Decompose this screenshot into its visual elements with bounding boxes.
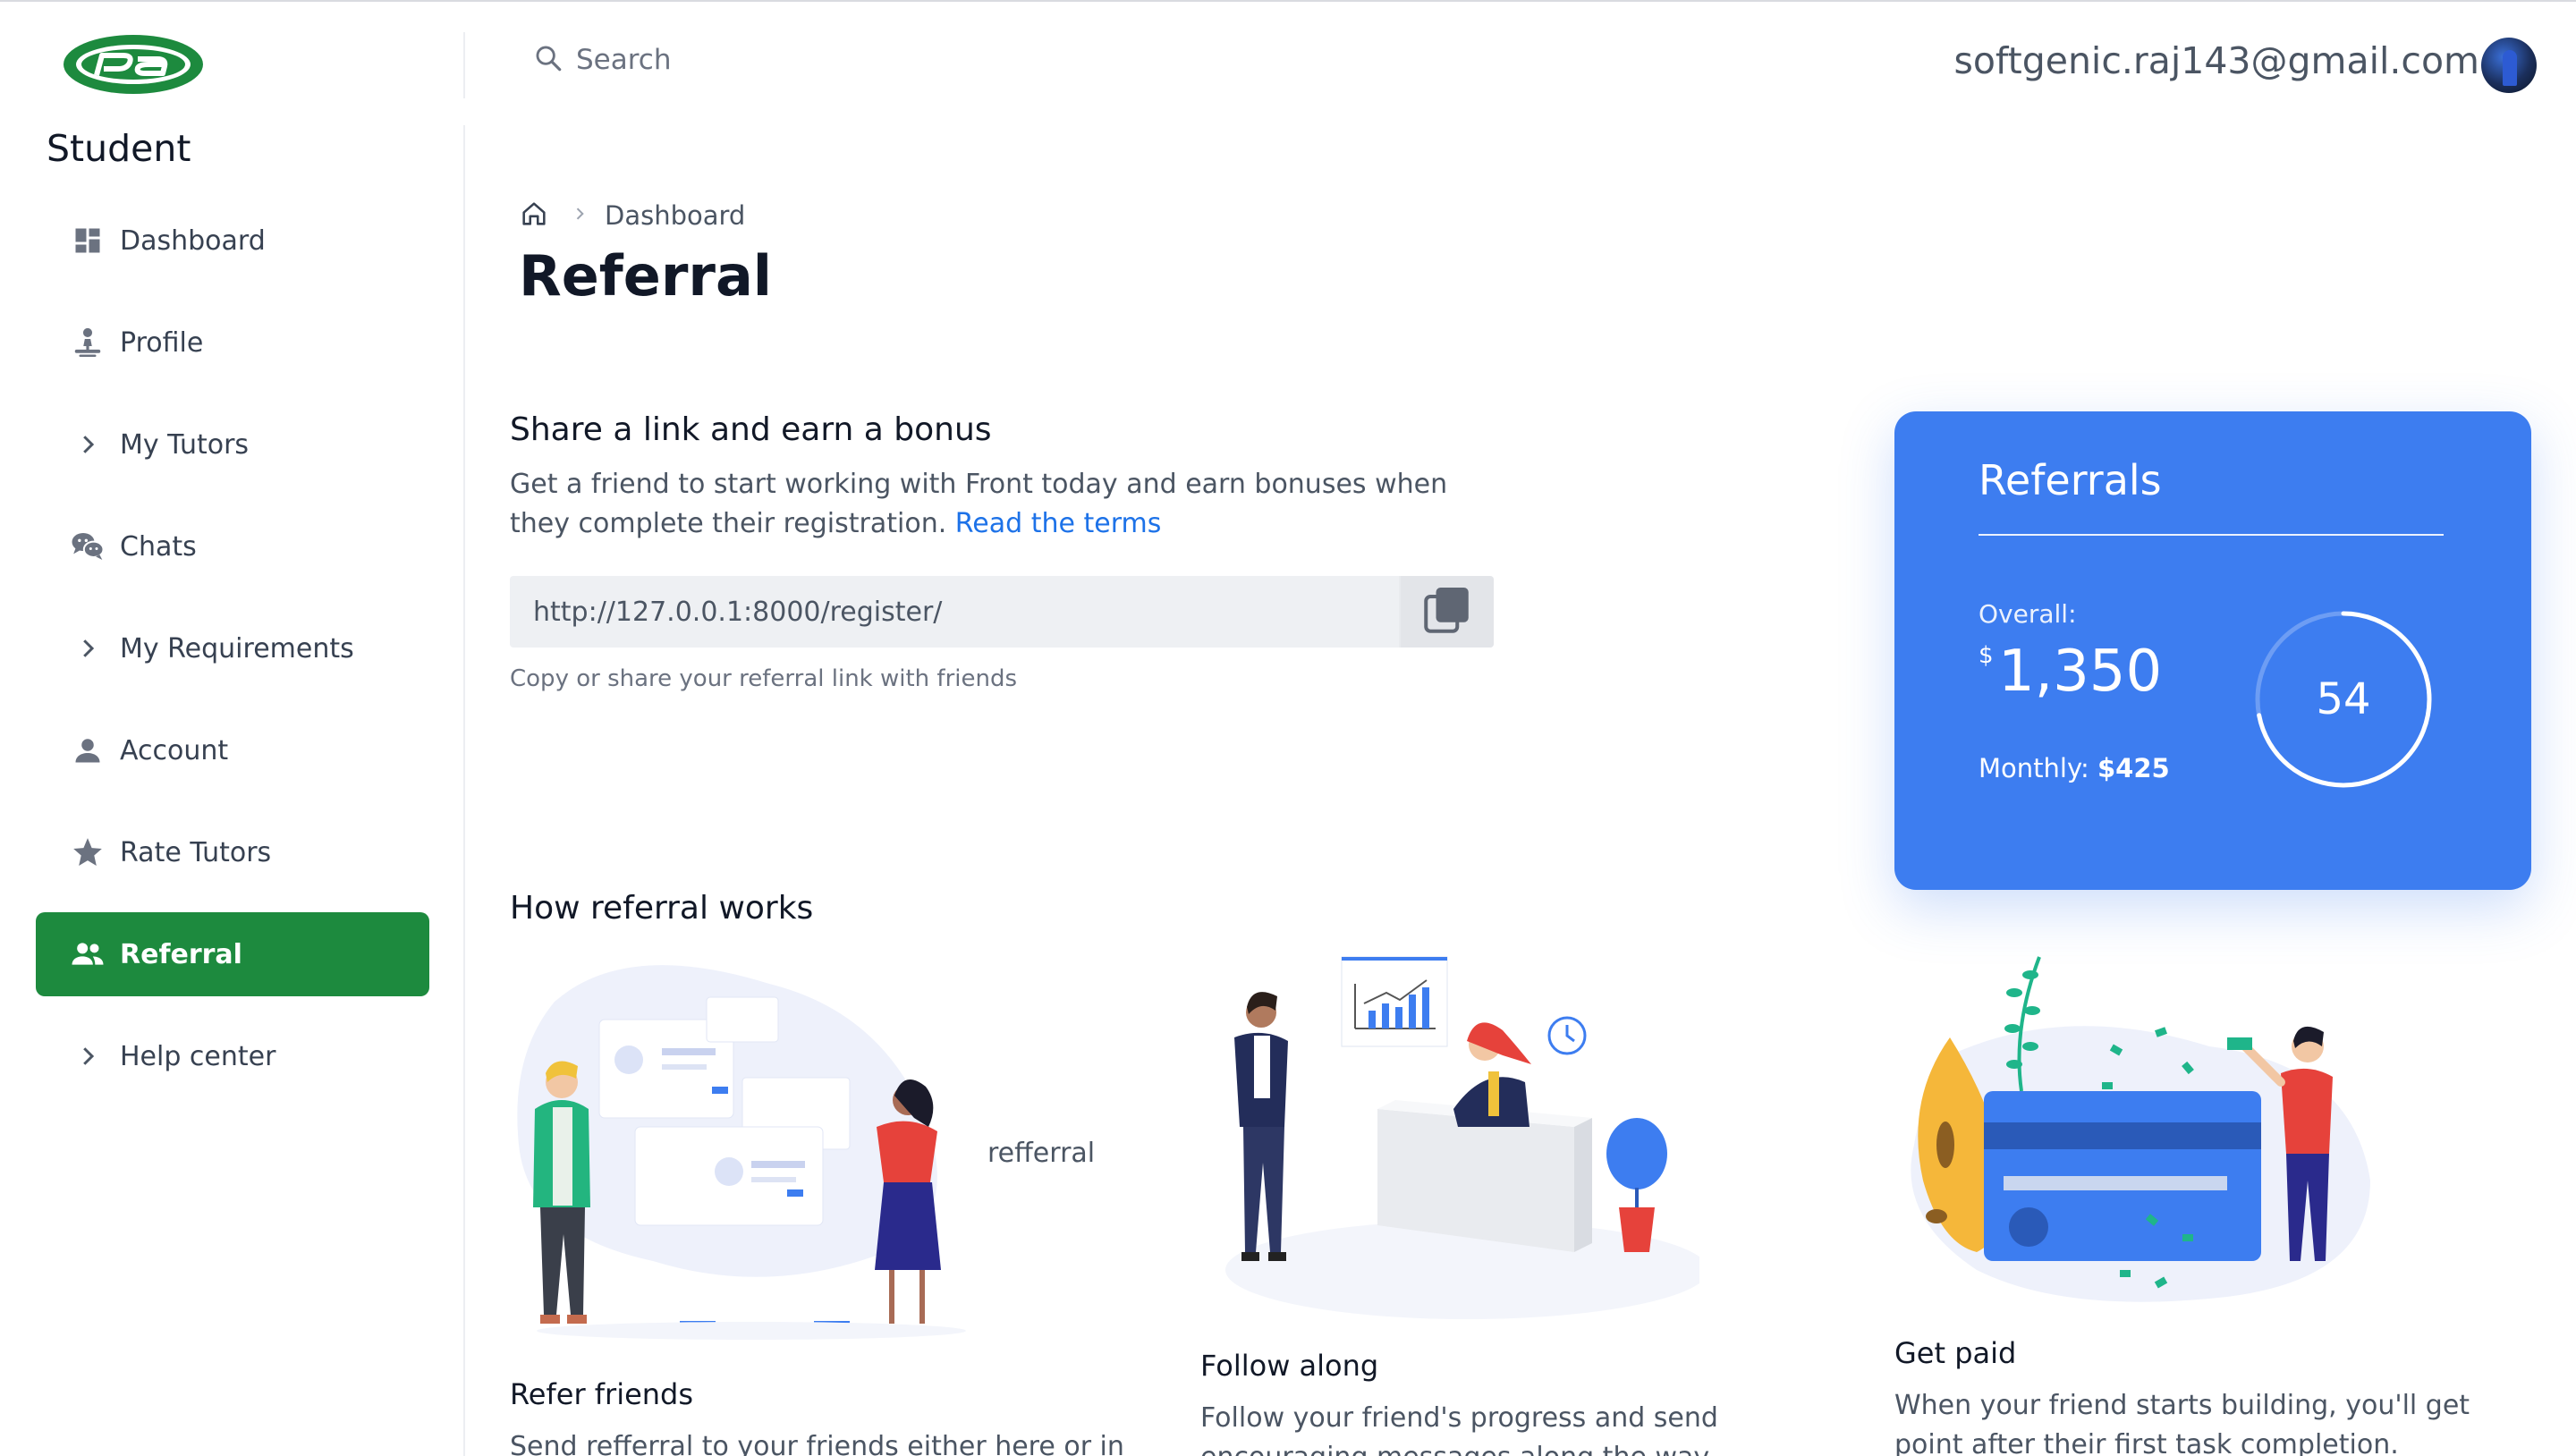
search-input[interactable] xyxy=(576,44,1023,76)
refferral-label: refferral xyxy=(987,1138,1096,1169)
sidebar-item-label: Chats xyxy=(120,530,197,563)
step-get-paid-description: When your friend starts building, you'll… xyxy=(1894,1390,2470,1456)
sidebar-item-label: Account xyxy=(120,734,229,766)
share-description: Get a friend to start working with Front… xyxy=(510,465,1476,544)
referral-link-input[interactable] xyxy=(510,596,1395,628)
user-email[interactable]: softgenic.raj143@gmail.com xyxy=(1953,39,2479,82)
profile-icon xyxy=(70,325,106,360)
overall-label: Overall: xyxy=(1979,599,2077,629)
sidebar-item-label: Dashboard xyxy=(120,224,266,257)
referrals-card-title: Referrals xyxy=(1979,456,2162,504)
step-refer-friends-title: Refer friends xyxy=(510,1377,694,1411)
breadcrumb: Dashboard xyxy=(519,199,745,233)
chevron-right-icon xyxy=(70,1038,106,1074)
header-divider xyxy=(463,32,465,98)
sidebar-item-account[interactable]: Account xyxy=(36,708,429,792)
sidebar-item-label: Help center xyxy=(120,1040,276,1072)
copy-hint: Copy or share your referral link with fr… xyxy=(510,665,1018,692)
search-bar[interactable] xyxy=(533,43,1023,77)
sidebar-item-chats[interactable]: Chats xyxy=(36,504,429,588)
step-get-paid-title: Get paid xyxy=(1894,1336,2017,1370)
sidebar-item-label: Referral xyxy=(120,938,242,970)
sidebar-item-profile[interactable]: Profile xyxy=(36,301,429,385)
copy-button[interactable] xyxy=(1399,576,1494,648)
chevron-right-icon xyxy=(70,427,106,462)
sidebar-item-my-tutors[interactable]: My Tutors xyxy=(36,402,429,487)
referrals-card: Referrals Overall: $ 1,350 Monthly: $425… xyxy=(1894,411,2531,890)
step-refer-friends-description: Send refferral to your friends either he… xyxy=(510,1431,1124,1456)
referral-count: 54 xyxy=(2316,674,2371,724)
monthly-earnings: Monthly: $425 xyxy=(1979,753,2170,783)
chevron-right-icon xyxy=(70,631,106,666)
sidebar-nav: Dashboard Profile My Tutors Chats My Req… xyxy=(36,199,429,1116)
how-referral-works-title: How referral works xyxy=(510,890,814,927)
sidebar-item-rate-tutors[interactable]: Rate Tutors xyxy=(36,810,429,894)
overall-value: 1,350 xyxy=(1998,639,2163,705)
star-icon xyxy=(70,834,106,870)
person-icon xyxy=(70,732,106,768)
read-terms-link[interactable]: Read the terms xyxy=(955,508,1162,539)
role-title: Student xyxy=(47,127,191,170)
monthly-label: Monthly: xyxy=(1979,753,2089,783)
share-title: Share a link and earn a bonus xyxy=(510,411,992,448)
step-follow-along-title: Follow along xyxy=(1200,1349,1379,1383)
avatar[interactable] xyxy=(2481,38,2537,93)
sidebar-item-label: My Tutors xyxy=(120,428,250,461)
chevron-right-icon xyxy=(571,202,589,229)
sidebar-divider xyxy=(463,125,465,1456)
sidebar-item-my-requirements[interactable]: My Requirements xyxy=(36,606,429,690)
copy-icon xyxy=(1420,583,1474,640)
step-follow-along-description: Follow your friend's progress and send e… xyxy=(1200,1402,1718,1456)
sidebar-item-label: Profile xyxy=(120,326,204,359)
refer-friends-illustration xyxy=(517,965,966,1340)
sidebar-item-label: My Requirements xyxy=(120,632,354,665)
currency-symbol: $ xyxy=(1979,642,1994,669)
breadcrumb-current[interactable]: Dashboard xyxy=(605,200,745,231)
monthly-value: $425 xyxy=(2097,753,2170,783)
sidebar-item-help-center[interactable]: Help center xyxy=(36,1014,429,1098)
sidebar: Student Dashboard Profile My Tutors Chat… xyxy=(0,2,465,1456)
people-icon xyxy=(70,936,106,972)
chats-icon xyxy=(70,529,106,564)
home-icon[interactable] xyxy=(519,199,549,233)
get-paid-illustration xyxy=(1911,956,2370,1302)
sidebar-item-referral[interactable]: Referral xyxy=(36,912,429,996)
follow-along-illustration xyxy=(1225,956,1699,1319)
divider xyxy=(1979,534,2444,536)
search-icon xyxy=(533,43,564,77)
sidebar-item-dashboard[interactable]: Dashboard xyxy=(36,199,429,283)
dashboard-icon xyxy=(70,223,106,258)
sidebar-item-label: Rate Tutors xyxy=(120,836,272,868)
referral-link-field xyxy=(510,576,1494,648)
page-title: Referral xyxy=(519,243,773,309)
logo[interactable] xyxy=(61,32,206,97)
